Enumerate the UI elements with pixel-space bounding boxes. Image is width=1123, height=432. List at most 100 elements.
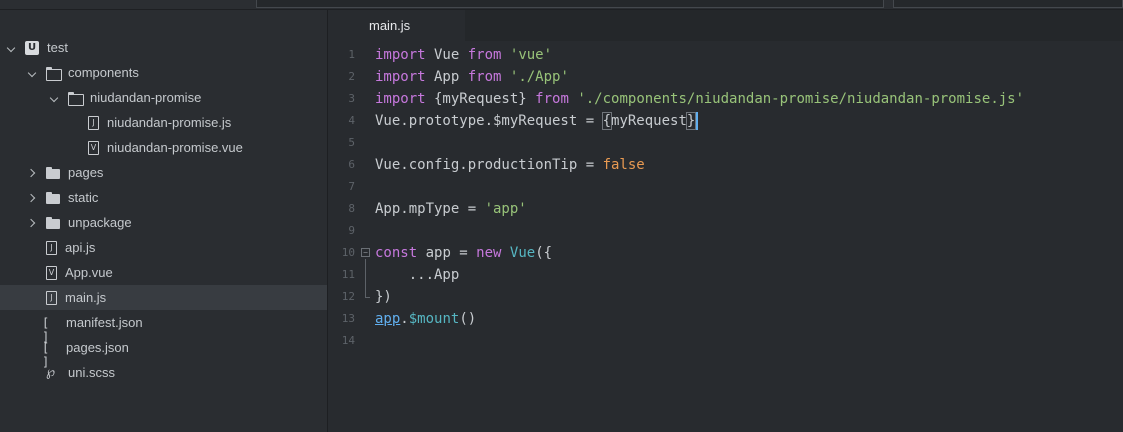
code-line[interactable]: 2 import App from './App' — [328, 66, 1123, 88]
toolbar-strip — [0, 0, 1123, 10]
line-number: 8 — [348, 202, 355, 215]
fold-guide-end — [365, 297, 370, 298]
line-number: 1 — [348, 48, 355, 61]
toolbar-icon[interactable] — [100, 0, 112, 6]
file-js-icon: J — [46, 240, 57, 255]
folder-icon — [46, 216, 60, 230]
folder-open-icon — [68, 91, 84, 106]
line-number: 4 — [348, 114, 355, 127]
folder-icon — [46, 191, 60, 205]
folder-open-icon — [46, 66, 62, 81]
scss-icon: ℘ — [46, 364, 56, 380]
tree-item-folder[interactable]: pages — [0, 160, 327, 185]
tree-item-folder[interactable]: static — [0, 185, 327, 210]
code-text: }) — [375, 289, 392, 305]
chevron-down-icon[interactable] — [50, 93, 60, 103]
tab-main-js[interactable]: main.js — [328, 10, 465, 41]
code-line[interactable]: 4 Vue.prototype.$myRequest = {myRequest} — [328, 110, 1123, 132]
line-number: 12 — [341, 290, 355, 303]
json-icon: [ ] — [42, 340, 50, 369]
code-line[interactable]: 8 App.mpType = 'app' — [328, 198, 1123, 220]
tree-item-folder[interactable]: niudandan-promise — [0, 85, 327, 110]
file-js-icon: J — [88, 115, 99, 130]
tree-item-label: App.vue — [65, 265, 113, 280]
json-icon: [ ] — [42, 315, 50, 344]
tree-item-file-selected[interactable]: J main.js — [0, 285, 327, 310]
chevron-right-icon[interactable] — [28, 193, 38, 203]
file-js-icon: J — [46, 290, 57, 305]
search-input[interactable] — [893, 0, 1123, 8]
code-line[interactable]: 6 Vue.config.productionTip = false — [328, 154, 1123, 176]
fold-icon[interactable]: − — [361, 248, 370, 257]
fold-guide — [365, 259, 366, 297]
chevron-right-icon[interactable] — [28, 168, 38, 178]
line-number: 9 — [348, 224, 355, 237]
code-line[interactable]: 12}) — [328, 286, 1123, 308]
line-number: 7 — [348, 180, 355, 193]
tree-item-label: main.js — [65, 290, 107, 305]
line-number: 2 — [348, 70, 355, 83]
file-vue-icon: V — [88, 140, 99, 155]
tree-item-label: components — [68, 65, 139, 80]
code-line[interactable]: 11 ...App — [328, 264, 1123, 286]
toolbar-icon[interactable] — [218, 0, 230, 6]
project-icon: U — [25, 40, 39, 55]
line-number: 3 — [348, 92, 355, 105]
chevron-down-icon[interactable] — [28, 68, 38, 78]
code-text: import {myRequest} from './components/ni… — [375, 91, 1025, 107]
tree-item-file[interactable]: V niudandan-promise.vue — [0, 135, 327, 160]
tree-item-label: pages — [68, 165, 104, 180]
chevron-down-icon[interactable] — [7, 43, 17, 53]
tree-item-label: uni.scss — [68, 365, 115, 380]
toolbar-icon[interactable] — [60, 0, 72, 6]
toolbar-icon[interactable] — [16, 0, 28, 6]
code-text: Vue.prototype.$myRequest = {myRequest} — [375, 110, 699, 132]
tree-item-folder[interactable]: unpackage — [0, 210, 327, 235]
code-text: import Vue from 'vue' — [375, 47, 553, 63]
code-text: ...App — [375, 267, 460, 283]
code-text: const app = new Vue({ — [375, 245, 553, 261]
code-line[interactable]: 5 — [328, 132, 1123, 154]
line-number: 6 — [348, 158, 355, 171]
code-text: import App from './App' — [375, 69, 569, 85]
tree-item-label: api.js — [65, 240, 96, 255]
line-number: 10 — [341, 246, 355, 259]
tree-item-file[interactable]: V App.vue — [0, 260, 327, 285]
code-line[interactable]: 13 app.$mount() — [328, 308, 1123, 330]
address-bar[interactable] — [256, 0, 884, 8]
tree-item-file[interactable]: J api.js — [0, 235, 327, 260]
tree-item-folder[interactable]: components — [0, 60, 327, 85]
code-line[interactable]: 10− const app = new Vue({ — [328, 242, 1123, 264]
tree-item-label: niudandan-promise.js — [107, 115, 232, 130]
toolbar-icon[interactable] — [136, 0, 148, 6]
tree-item-file[interactable]: [ ] pages.json — [0, 335, 327, 369]
code-text: app.$mount() — [375, 311, 477, 327]
code-editor[interactable]: main.js 1 import Vue from 'vue' 2 import Ap… — [328, 10, 1123, 432]
tree-item-project[interactable]: U test — [0, 35, 327, 60]
tree-item-file[interactable]: ℘ uni.scss — [0, 360, 327, 385]
tree-item-label: test — [47, 40, 68, 55]
line-number: 5 — [348, 136, 355, 149]
tree-item-label: niudandan-promise — [90, 90, 202, 105]
tree-item-file[interactable]: J niudandan-promise.js — [0, 110, 327, 135]
file-vue-icon: V — [46, 265, 57, 280]
project-explorer: U test components niudandan-promise J ni… — [0, 10, 327, 432]
line-number: 14 — [341, 334, 355, 347]
toolbar-icon[interactable] — [178, 0, 190, 6]
code-text: App.mpType = 'app' — [375, 201, 527, 217]
text-cursor — [696, 112, 699, 130]
tab-bar: main.js — [328, 10, 1123, 41]
code-line[interactable]: 7 — [328, 176, 1123, 198]
tree-item-file[interactable]: [ ] manifest.json — [0, 310, 327, 344]
line-number: 13 — [341, 312, 355, 325]
folder-icon — [46, 166, 60, 180]
chevron-right-icon[interactable] — [28, 218, 38, 228]
code-line[interactable]: 9 — [328, 220, 1123, 242]
line-number: 11 — [341, 268, 355, 281]
tree-item-label: static — [68, 190, 99, 205]
code-line[interactable]: 3 import {myRequest} from './components/n… — [328, 88, 1123, 110]
code-line[interactable]: 14 — [328, 330, 1123, 352]
tree-item-label: niudandan-promise.vue — [107, 140, 243, 155]
tree-item-label: pages.json — [66, 340, 129, 355]
code-line[interactable]: 1 import Vue from 'vue' — [328, 44, 1123, 66]
